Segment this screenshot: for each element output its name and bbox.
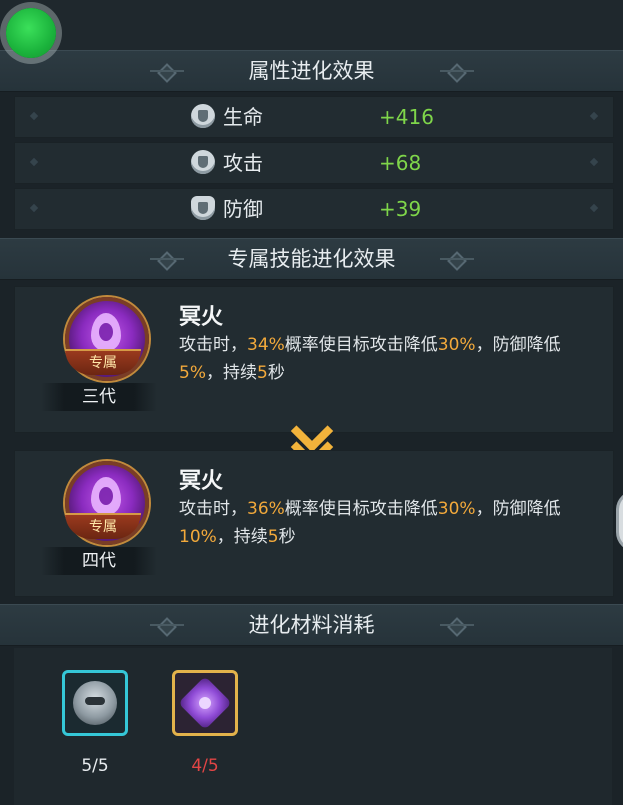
skill-name: 冥火 [179,305,224,330]
row-dot-icon [29,111,39,121]
attribute-label: 防御 [223,197,263,221]
row-dot-icon [29,157,39,167]
row-dot-icon [589,203,599,213]
skill-description: 攻击时，36%概率使目标攻击降低30%，防御降低10%，持续5秒 [179,499,561,547]
attribute-value: +416 [379,105,434,129]
material-section-title: 进化材料消耗 [248,613,375,637]
skill-section-header: 专属技能进化效果 [0,238,623,280]
row-dot-icon [29,203,39,213]
status-indicator[interactable] [6,8,56,58]
skill-panel-next: 专属 四代 冥火 攻击时，36%概率使目标攻击降低30%，防御降低10%，持续5… [14,450,614,597]
top-strip [0,0,623,50]
shield-icon [191,196,215,220]
attribute-row-hp: 生命 +416 [14,96,614,138]
attribute-section-title: 属性进化效果 [248,59,375,83]
skill-name: 冥火 [179,469,224,494]
attribute-row-attack: 攻击 +68 [14,142,614,184]
ornament-icon [440,618,474,632]
material-panel: 5/5 4/5 [14,648,612,805]
hero-avatar-icon [73,681,117,725]
row-dot-icon [589,157,599,167]
ornament-icon [440,64,474,78]
material-section-header: 进化材料消耗 [0,604,623,646]
attribute-section-header: 属性进化效果 [0,50,623,92]
attribute-label: 攻击 [223,151,263,175]
generation-label: 三代 [41,383,157,411]
material-count: 5/5 [81,756,109,776]
attribute-row-defense: 防御 +39 [14,188,614,230]
ornament-icon [440,252,474,266]
material-slot-gem[interactable] [172,670,238,736]
sword-icon [191,150,215,174]
skill-section-title: 专属技能进化效果 [227,247,396,271]
generation-label: 四代 [41,547,157,575]
material-count: 4/5 [191,756,219,776]
side-handle[interactable] [616,490,623,552]
skill-description: 攻击时，34%概率使目标攻击降低30%，防御降低5%，持续5秒 [179,335,561,383]
purple-gem-icon [178,676,232,730]
flame-icon [91,313,121,351]
flame-icon [91,477,121,515]
attribute-label: 生命 [223,105,263,129]
material-slot-hero[interactable] [62,670,128,736]
attribute-value: +39 [379,197,422,221]
row-dot-icon [589,111,599,121]
attribute-value: +68 [379,151,422,175]
heart-icon [191,104,215,128]
